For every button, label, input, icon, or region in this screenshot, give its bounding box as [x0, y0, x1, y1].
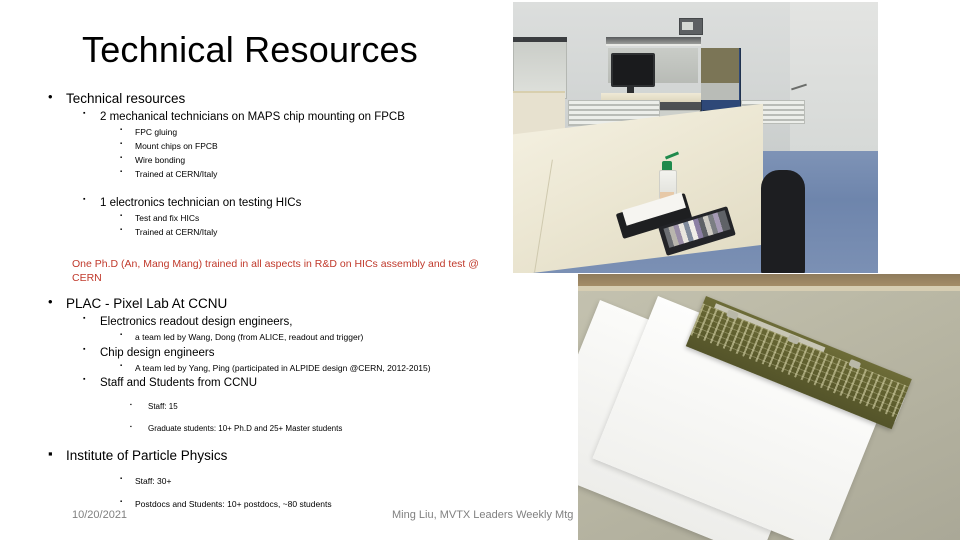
bullet-round-icon: • [48, 89, 53, 104]
bullet-square-icon: ▪ [130, 402, 132, 409]
lab-cleanroom-photo [513, 2, 878, 273]
photo-left-rack-top [513, 37, 567, 43]
bullet-square-icon: ▪ [130, 424, 132, 431]
photo-tool-cabinet-top [701, 48, 739, 85]
photo-desk-edge-highlight [578, 286, 960, 291]
bullet-square-icon: ▪ [120, 227, 123, 234]
list-item-label: Technical resources [66, 91, 186, 106]
bullet-square-icon: ▪ [120, 498, 123, 505]
list-item: ▪ Test and fix HICs [38, 213, 508, 224]
photo-shelf [606, 37, 701, 47]
list-item: ▪ Trained at CERN/Italy [38, 169, 508, 180]
outline-body: • Technical resources ▪ 2 mechanical tec… [38, 89, 508, 513]
list-item: ▪ 2 mechanical technicians on MAPS chip … [38, 110, 508, 125]
bullet-square-icon: ▪ [83, 345, 86, 353]
bullet-square-icon: ▪ [83, 110, 86, 118]
slide-canvas: Technical Resources • Technical resource… [0, 0, 960, 540]
list-item-label: 1 electronics technician on testing HICs [100, 197, 302, 210]
list-item-label: FPC gluing [135, 126, 178, 137]
list-item-label: Institute of Particle Physics [66, 447, 228, 463]
bullet-square-icon: ▪ [83, 196, 86, 204]
list-item-label: Graduate students: 10+ Ph.D and 25+ Mast… [148, 424, 343, 434]
list-item-label: Trained at CERN/Italy [135, 168, 218, 179]
bullet-square-icon: ▪ [120, 331, 123, 338]
photo-assembly-table [513, 103, 763, 273]
footer-date: 10/20/2021 [72, 509, 128, 521]
list-item-label: Staff: 15 [148, 402, 178, 412]
list-item: ▪ Wire bonding [38, 155, 508, 166]
bullet-square-icon: ▪ [83, 315, 86, 323]
bullet-square-icon: ▪ [120, 362, 123, 369]
highlight-note: One Ph.D (An, Mang Mang) trained in all … [72, 258, 479, 284]
list-item: ▪ A team led by Yang, Ping (participated… [38, 363, 508, 374]
list-item-label: A team led by Yang, Ping (participated i… [135, 362, 431, 373]
list-item-label: Staff: 30+ [135, 475, 172, 486]
list-item: ▪ Staff: 15 [38, 402, 508, 412]
list-item: ▪ Staff: 30+ [38, 476, 508, 487]
list-item-label: a team led by Wang, Dong (from ALICE, re… [135, 331, 364, 342]
list-item: ▪ a team led by Wang, Dong (from ALICE, … [38, 332, 508, 343]
list-item: ▪ Trained at CERN/Italy [38, 227, 508, 238]
list-item: ▪ Electronics readout design engineers, [38, 315, 508, 330]
list-item: ▪ FPC gluing [38, 127, 508, 138]
list-item-label: Staff and Students from CCNU [100, 377, 258, 390]
bullet-square-icon: ▪ [48, 445, 53, 461]
list-item: ▪ Postdocs and Students: 10+ postdocs, ~… [38, 499, 508, 510]
photo-foreground-chair [761, 170, 805, 273]
list-item-label: Test and fix HICs [135, 213, 200, 224]
list-item-label: Chip design engineers [100, 346, 215, 359]
list-item: ▪ Graduate students: 10+ Ph.D and 25+ Ma… [38, 424, 508, 434]
list-item: ▪ Chip design engineers [38, 346, 508, 361]
list-item: ▪ Institute of Particle Physics [38, 445, 508, 464]
stave-pcb-photo [578, 274, 960, 540]
bullet-square-icon: ▪ [120, 168, 123, 175]
bullet-square-icon: ▪ [120, 140, 123, 147]
photo-wash-bottle-cap [662, 160, 672, 170]
list-item-label: Electronics readout design engineers, [100, 316, 293, 329]
bullet-square-icon: ▪ [120, 475, 123, 482]
list-item-label: PLAC - Pixel Lab At CCNU [66, 295, 228, 311]
bullet-square-icon: ▪ [120, 126, 123, 133]
list-item-label: Trained at CERN/Italy [135, 227, 218, 238]
photo-monitor [611, 53, 655, 88]
list-item-label: Mount chips on FPCB [135, 140, 218, 151]
bullet-round-icon: • [48, 293, 53, 309]
bullet-square-icon: ▪ [83, 376, 86, 384]
photo-left-rack [513, 37, 567, 99]
list-item: ▪ Mount chips on FPCB [38, 141, 508, 152]
footer-note: Ming Liu, MVTX Leaders Weekly Mtg [392, 509, 574, 521]
bullet-square-icon: ▪ [120, 154, 123, 161]
list-item: ▪ 1 electronics technician on testing HI… [38, 196, 508, 211]
list-item-label: Postdocs and Students: 10+ postdocs, ~80… [135, 498, 332, 509]
list-item-label: 2 mechanical technicians on MAPS chip mo… [100, 111, 405, 124]
photo-tool-cabinet-mid [701, 83, 739, 100]
list-item-label: Wire bonding [135, 154, 186, 165]
list-item: ▪ Staff and Students from CCNU [38, 376, 508, 391]
page-title: Technical Resources [82, 29, 418, 70]
bullet-square-icon: ▪ [120, 213, 123, 220]
list-item: • Technical resources [38, 89, 508, 107]
photo-oscilloscope-screen [682, 21, 693, 30]
list-item: • PLAC - Pixel Lab At CCNU [38, 293, 508, 312]
